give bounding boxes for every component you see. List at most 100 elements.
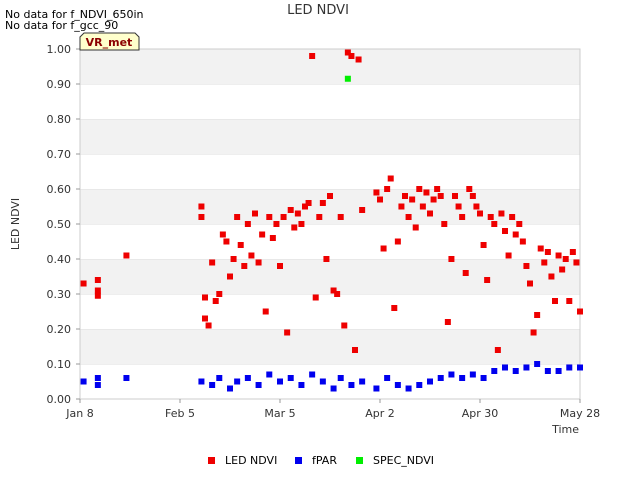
data-point-led-ndvi	[280, 214, 287, 220]
data-point-led-ndvi	[480, 242, 487, 248]
data-point-led-ndvi	[412, 224, 419, 231]
data-point-led-ndvi	[505, 252, 512, 259]
data-point-led-ndvi	[319, 200, 326, 206]
data-point-led-ndvi	[219, 231, 226, 238]
data-point-fpar	[491, 368, 498, 374]
data-point-fpar	[577, 364, 583, 371]
data-point-led-ndvi	[430, 196, 437, 203]
data-point-led-ndvi	[423, 189, 430, 196]
data-point-fpar	[512, 368, 519, 374]
grid-band	[80, 154, 580, 189]
legend-swatch-led-ndvi	[208, 457, 215, 464]
data-point-fpar	[123, 375, 130, 381]
data-point-led-ndvi	[377, 196, 383, 203]
data-point-led-ndvi	[566, 298, 573, 304]
data-point-fpar	[502, 364, 508, 371]
data-point-led-ndvi	[309, 53, 316, 59]
chart-page: No data for f_NDVI_650in No data for f_g…	[0, 0, 640, 480]
data-point-led-ndvi	[519, 238, 526, 245]
legend-swatch-fpar	[295, 457, 302, 464]
data-point-led-ndvi	[291, 224, 298, 231]
data-point-led-ndvi	[284, 329, 291, 336]
data-point-led-ndvi	[427, 210, 433, 217]
legend-swatch-spec-ndvi	[356, 457, 363, 464]
legend-item-led-ndvi: LED NDVI	[208, 454, 277, 467]
data-point-led-ndvi	[80, 280, 87, 287]
grid-band	[80, 49, 580, 84]
data-point-fpar	[427, 378, 433, 385]
data-point-led-ndvi	[502, 228, 508, 234]
data-point-led-ndvi	[398, 203, 405, 210]
data-point-led-ndvi	[477, 210, 483, 217]
grid-band	[80, 259, 580, 294]
data-point-led-ndvi	[487, 214, 494, 220]
data-point-led-ndvi	[244, 221, 251, 227]
data-point-led-ndvi	[216, 291, 223, 297]
data-point-led-ndvi	[241, 263, 248, 269]
y-tick-label: 0.80	[47, 113, 72, 126]
data-point-led-ndvi	[419, 203, 426, 210]
data-point-led-ndvi	[387, 175, 394, 182]
legend-label-spec-ndvi: SPEC_NDVI	[373, 454, 435, 467]
data-point-led-ndvi	[509, 214, 516, 220]
data-point-led-ndvi	[498, 210, 505, 217]
y-tick-label: 0.00	[47, 393, 72, 406]
x-tick-label: Apr 30	[462, 407, 499, 420]
data-point-led-ndvi	[527, 280, 533, 287]
data-point-led-ndvi	[409, 196, 416, 203]
data-point-led-ndvi	[198, 214, 205, 220]
data-point-fpar	[80, 378, 87, 385]
data-point-led-ndvi	[491, 221, 498, 227]
data-point-led-ndvi	[248, 252, 255, 259]
data-point-led-ndvi	[355, 56, 362, 63]
data-point-led-ndvi	[94, 277, 101, 283]
data-point-fpar	[209, 382, 216, 388]
vr-met-badge: VR_met	[79, 32, 140, 51]
y-tick-label: 0.20	[47, 323, 72, 336]
data-point-led-ndvi	[337, 214, 344, 220]
data-point-led-ndvi	[484, 277, 491, 283]
data-point-led-ndvi	[287, 207, 294, 213]
data-point-fpar	[373, 385, 380, 392]
legend-item-spec-ndvi: SPEC_NDVI	[356, 454, 434, 467]
legend: LED NDVI fPAR SPEC_NDVI	[0, 454, 640, 470]
data-point-fpar	[416, 382, 423, 388]
data-point-led-ndvi	[512, 231, 519, 238]
data-point-led-ndvi	[202, 294, 208, 301]
data-point-fpar	[337, 375, 344, 381]
data-point-led-ndvi	[234, 214, 241, 220]
data-point-fpar	[330, 385, 337, 392]
data-point-led-ndvi	[316, 214, 323, 220]
data-point-fpar	[566, 364, 573, 371]
data-point-led-ndvi	[516, 221, 523, 227]
legend-item-fpar: fPAR	[295, 454, 337, 467]
x-axis-title: Time	[551, 423, 579, 436]
data-point-spec-ndvi	[344, 75, 351, 82]
data-point-led-ndvi	[380, 245, 387, 252]
data-point-led-ndvi	[530, 329, 537, 336]
data-point-led-ndvi	[205, 322, 212, 329]
data-point-led-ndvi	[269, 235, 276, 241]
y-tick-label: 0.40	[47, 253, 72, 266]
data-point-fpar	[255, 382, 262, 388]
chart-title: LED NDVI	[287, 3, 349, 18]
data-point-fpar	[348, 382, 355, 388]
data-point-led-ndvi	[273, 221, 280, 227]
data-point-led-ndvi	[555, 252, 562, 259]
y-tick-label: 0.90	[47, 78, 72, 91]
data-point-led-ndvi	[223, 238, 230, 245]
data-point-led-ndvi	[202, 315, 208, 322]
badge-label: VR_met	[86, 36, 133, 49]
data-point-led-ndvi	[466, 186, 473, 192]
data-point-fpar	[469, 371, 476, 378]
data-point-led-ndvi	[537, 245, 544, 252]
data-point-led-ndvi	[259, 231, 266, 238]
data-point-fpar	[94, 375, 101, 381]
data-point-led-ndvi	[577, 308, 583, 315]
data-point-led-ndvi	[548, 273, 555, 280]
data-point-led-ndvi	[494, 347, 501, 353]
data-point-led-ndvi	[559, 266, 566, 273]
data-point-led-ndvi	[459, 214, 466, 220]
data-point-led-ndvi	[348, 53, 355, 59]
data-point-led-ndvi	[384, 186, 391, 192]
